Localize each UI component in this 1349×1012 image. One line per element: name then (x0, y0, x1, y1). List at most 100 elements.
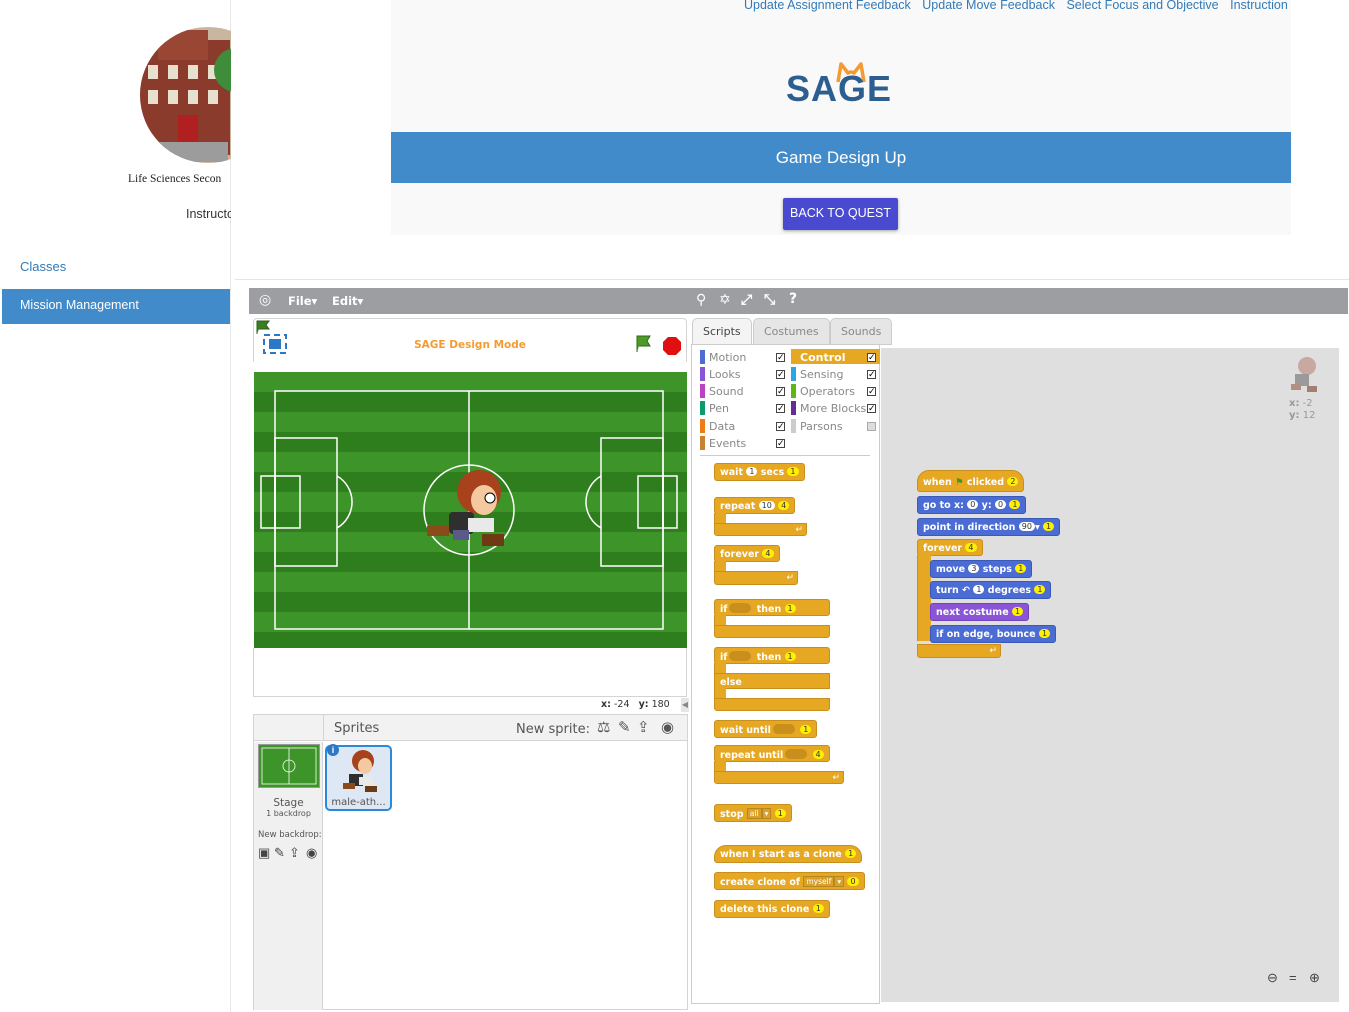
nav-classes[interactable]: Classes (20, 259, 66, 274)
link-instruction[interactable]: Instruction (1230, 0, 1288, 12)
stop-button[interactable] (662, 336, 682, 356)
mouse-y-label: y: (638, 699, 649, 710)
checkbox-events[interactable]: ✓ (776, 439, 785, 448)
duplicate-icon[interactable]: ⚲ (696, 292, 706, 308)
checkbox-operators[interactable]: ✓ (867, 387, 876, 396)
script-if-on-edge-bounce[interactable]: if on edge, bounce 1 (930, 625, 1057, 643)
tab-costumes[interactable]: Costumes (753, 318, 830, 345)
link-select-focus-objective[interactable]: Select Focus and Objective (1066, 0, 1218, 12)
category-sensing[interactable]: Sensing (791, 367, 843, 382)
script-forever-end: ↵ (917, 644, 1001, 658)
globe-icon[interactable]: ◎ (259, 292, 271, 308)
zoom-in-icon[interactable]: ⊕ (1309, 970, 1320, 986)
block-wait-until[interactable]: wait until 1 (714, 720, 818, 738)
backdrop-library-icon[interactable]: ▣ (258, 845, 270, 861)
script-when-flag-clicked[interactable]: when ⚑ clicked 2 (917, 470, 1025, 492)
mouse-x-value: -24 (613, 699, 630, 710)
camera-backdrop-icon[interactable]: ◉ (306, 845, 317, 861)
checkbox-sensing[interactable]: ✓ (867, 370, 876, 379)
block-forever-end: ↵ (714, 571, 798, 585)
category-motion[interactable]: Motion (700, 350, 746, 365)
sprite-name: male-ath... (331, 797, 386, 808)
nav-mission-management[interactable]: Mission Management (2, 289, 230, 324)
block-create-clone[interactable]: create clone of myself ▾ 0 (714, 872, 865, 890)
tab-sounds[interactable]: Sounds (830, 318, 893, 345)
paint-sprite-icon[interactable]: ✎ (618, 718, 631, 736)
block-stop[interactable]: stop all ▾ 1 (714, 804, 792, 822)
zoom-out-icon[interactable]: ⊖ (1267, 970, 1278, 986)
category-data[interactable]: Data (700, 419, 735, 434)
category-control[interactable]: Control (791, 350, 845, 365)
sprite-thumbnail[interactable]: i male-ath... (325, 744, 392, 811)
menu-bar: ◎ File▾ Edit▾ ⚲ ✡ ⤢ ⤡ ? (249, 288, 1348, 314)
checkbox-data[interactable]: ✓ (776, 422, 785, 431)
help-icon[interactable]: ? (789, 291, 797, 307)
script-forever[interactable]: forever 4 (917, 539, 983, 556)
block-forever[interactable]: forever 4 (714, 545, 780, 562)
sprite-library-icon[interactable]: ⚖ (597, 718, 610, 736)
checkbox-pen[interactable]: ✓ (776, 404, 785, 413)
block-wait[interactable]: wait 1 secs 1 (714, 463, 805, 481)
new-backdrop-label: New backdrop: (258, 830, 322, 840)
edit-menu[interactable]: Edit▾ (332, 294, 363, 308)
checkbox-looks[interactable]: ✓ (776, 370, 785, 379)
sprite-x-value: -2 (1302, 398, 1313, 409)
divider (235, 279, 1349, 280)
category-parsons[interactable]: Parsons (791, 419, 843, 434)
shrink-icon[interactable]: ⤡ (764, 292, 775, 308)
script-go-to-xy[interactable]: go to x: 0 y: 0 1 (917, 496, 1027, 514)
paint-backdrop-icon[interactable]: ✎ (274, 845, 285, 861)
checkbox-parsons[interactable] (867, 422, 876, 431)
block-delete-clone[interactable]: delete this clone 1 (714, 900, 830, 918)
delete-icon[interactable]: ✡ (719, 292, 731, 308)
block-when-i-start-as-clone[interactable]: when I start as a clone 1 (714, 845, 863, 863)
upload-backdrop-icon[interactable]: ⇪ (289, 845, 300, 861)
block-if-else[interactable]: if then 1 (714, 647, 830, 664)
checkbox-control[interactable]: ✓ (867, 353, 876, 362)
page-title: Game Design Up (391, 132, 1291, 183)
script-move-steps[interactable]: move 3 steps 1 (930, 560, 1033, 578)
sprites-panel: Sprites New sprite: ⚖ ✎ ⇪ ◉ Stage 1 back… (253, 714, 688, 1010)
link-update-assignment-feedback[interactable]: Update Assignment Feedback (744, 0, 911, 12)
script-turn-degrees[interactable]: turn ↶ 1 degrees 1 (930, 581, 1052, 599)
sprite-info-icon[interactable]: i (327, 744, 339, 756)
checkbox-motion[interactable]: ✓ (776, 353, 785, 362)
sprite-y-readout: y: 12 (1289, 410, 1315, 421)
script-forever-arm (917, 555, 931, 641)
checkbox-sound[interactable]: ✓ (776, 387, 785, 396)
category-operators[interactable]: Operators (791, 384, 855, 399)
script-canvas[interactable]: x: -2 y: 12 when ⚑ clicked 2 go to x: 0 … (881, 348, 1339, 1002)
green-flag-button[interactable] (633, 333, 653, 353)
zoom-reset-icon[interactable]: = (1289, 970, 1297, 985)
block-repeat[interactable]: repeat 10 4 (714, 497, 796, 514)
sprite-x-label: x: (1289, 398, 1300, 409)
sprites-title: Sprites (334, 721, 380, 736)
back-to-quest-button[interactable]: BACK TO QUEST (783, 198, 898, 230)
camera-sprite-icon[interactable]: ◉ (661, 718, 674, 736)
upload-sprite-icon[interactable]: ⇪ (637, 718, 650, 736)
stage-thumbnail[interactable] (258, 744, 320, 788)
stage-canvas[interactable] (254, 372, 687, 648)
block-if[interactable]: if then 1 (714, 599, 830, 616)
category-sound[interactable]: Sound (700, 384, 744, 399)
grow-icon[interactable]: ⤢ (741, 292, 752, 308)
script-point-in-direction[interactable]: point in direction 90 ▾ 1 (917, 518, 1061, 536)
stage-backdrops-count: 1 backdrop (266, 809, 311, 818)
instructor-label: Instructo (186, 207, 231, 221)
stage-label: Stage (273, 797, 304, 809)
tab-scripts[interactable]: Scripts (692, 318, 752, 345)
category-events[interactable]: Events (700, 436, 746, 451)
category-pen[interactable]: Pen (700, 401, 729, 416)
file-menu[interactable]: File▾ (288, 294, 317, 308)
stage-collapse-handle[interactable]: ◀ (681, 698, 689, 712)
scratch-editor: ◎ File▾ Edit▾ ⚲ ✡ ⤢ ⤡ ? SAGE Design Mode (249, 288, 1349, 1012)
link-update-move-feedback[interactable]: Update Move Feedback (922, 0, 1055, 12)
athlete-thumbnail (343, 750, 377, 792)
category-more-blocks[interactable]: More Blocks (791, 401, 866, 416)
block-repeat-until[interactable]: repeat until 4 (714, 745, 830, 762)
category-looks[interactable]: Looks (700, 367, 741, 382)
sidebar: Life Sciences Secon Instructo Classes Mi… (0, 0, 231, 1012)
sprite-y-value: 12 (1302, 410, 1316, 421)
script-next-costume[interactable]: next costume 1 (930, 603, 1030, 621)
checkbox-more-blocks[interactable]: ✓ (867, 404, 876, 413)
